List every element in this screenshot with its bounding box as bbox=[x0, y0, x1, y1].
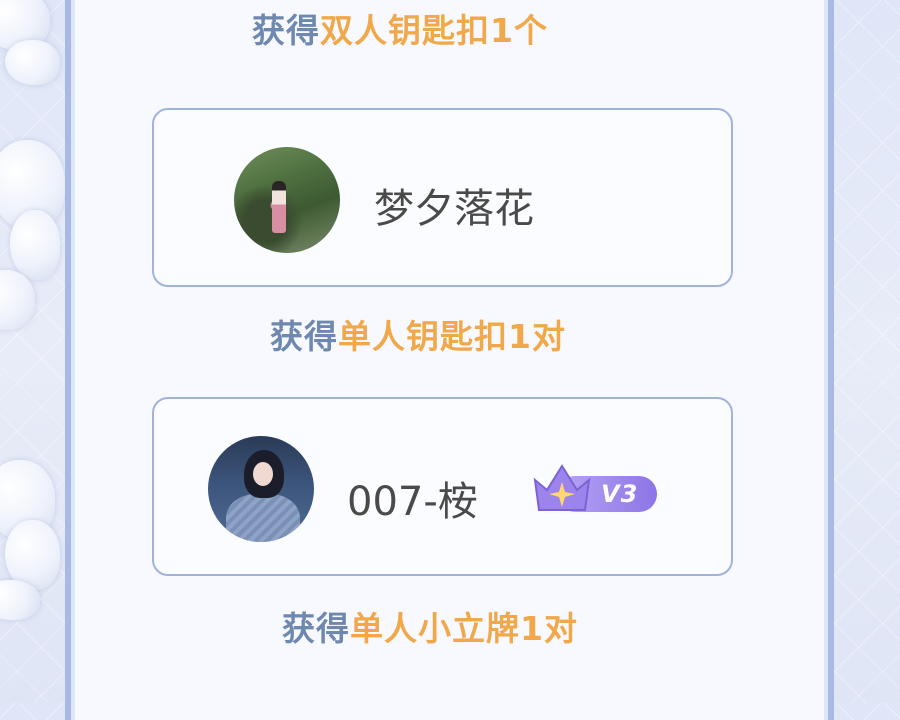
prize-line-3: 获得单人小立牌1对 bbox=[282, 602, 578, 650]
winner-name: 007-桉 bbox=[347, 479, 478, 525]
prize-prefix: 获得 bbox=[270, 317, 338, 356]
prize-prefix: 获得 bbox=[282, 609, 350, 648]
winner-card-2: 007-桉 V3 bbox=[152, 397, 733, 576]
prize-line-1: 获得双人钥匙扣1个 bbox=[252, 4, 548, 52]
prize-prefix: 获得 bbox=[252, 11, 320, 50]
prize-item: 双人钥匙扣1个 bbox=[320, 11, 548, 50]
right-pattern-decoration bbox=[838, 0, 900, 703]
winner-name: 梦夕落花 bbox=[374, 186, 534, 232]
crown-star-icon bbox=[533, 464, 591, 511]
vip-level-text: V3 bbox=[601, 480, 639, 508]
avatar[interactable] bbox=[208, 436, 314, 542]
left-floral-decoration bbox=[0, 0, 65, 703]
vip-level-badge: V3 bbox=[529, 460, 659, 516]
prize-line-2: 获得单人钥匙扣1对 bbox=[270, 310, 566, 358]
winner-card-1: 梦夕落花 bbox=[152, 108, 733, 287]
prize-item: 单人钥匙扣1对 bbox=[338, 317, 566, 356]
avatar[interactable] bbox=[234, 147, 340, 253]
prize-item: 单人小立牌1对 bbox=[350, 609, 578, 648]
